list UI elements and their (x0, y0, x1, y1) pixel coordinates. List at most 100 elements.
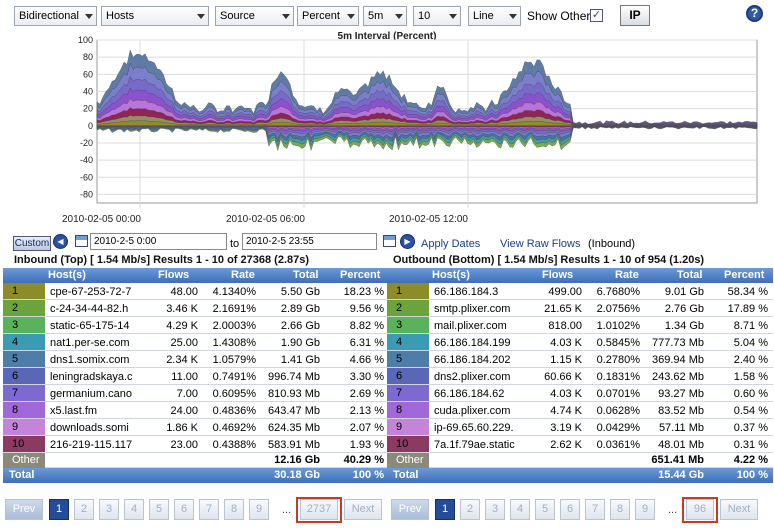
column-header[interactable]: Percent (724, 269, 764, 281)
page-button[interactable]: 7 (199, 499, 219, 520)
table-row[interactable]: 3 static-65-175-14 4.29 K 2.0003% 2.66 Gb 8.8… (3, 317, 389, 334)
table-row[interactable]: 1 cpe-67-253-72-7 48.00 4.1340% 5.50 Gb 18.23… (3, 283, 389, 300)
table-row[interactable]: 8 x5.last.fm 24.00 0.4836% 643.47 Mb 2.13 % (3, 402, 389, 419)
host-link[interactable]: x5.last.fm (50, 405, 132, 417)
start-date-input[interactable]: 2010-2-5 0:00 (90, 233, 227, 250)
page-button[interactable]: 4 (124, 499, 144, 520)
rate-cell: 0.0701% (596, 388, 640, 400)
table-row[interactable]: 6 dns2.plixer.com 60.66 K 0.1831% 243.62 Mb 1… (387, 368, 773, 385)
total-cell: 2.76 Gb (664, 303, 704, 315)
metric-select[interactable]: Hosts (101, 6, 209, 26)
page-button[interactable]: 5 (535, 499, 555, 520)
next-page-button[interactable]: Next (344, 499, 382, 520)
prev-period-icon[interactable]: ◀ (53, 234, 68, 249)
direction-select[interactable]: Bidirectional (14, 6, 97, 26)
page-button[interactable]: 6 (174, 499, 194, 520)
table-row[interactable]: 5 66.186.184.202 1.15 K 0.2780% 369.94 Mb 2.4… (387, 351, 773, 368)
rate-cell: 0.4388% (212, 439, 256, 451)
source-select[interactable]: Source (215, 6, 294, 26)
prev-page-button[interactable]: Prev (391, 499, 429, 520)
table-row[interactable]: 3 mail.plixer.com 818.00 1.0102% 1.34 Gb 8.71… (387, 317, 773, 334)
calendar-icon[interactable] (75, 235, 88, 247)
count-select[interactable]: 10 (413, 6, 461, 26)
next-period-icon[interactable]: ▶ (400, 234, 415, 249)
table-row[interactable]: 7 germanium.cano 7.00 0.6095% 810.93 Mb 2.69 … (3, 385, 389, 402)
page-button[interactable]: 9 (249, 499, 269, 520)
column-header[interactable]: Host(s) (48, 269, 86, 281)
next-page-button[interactable]: Next (720, 499, 758, 520)
host-link[interactable]: leningradskaya.c (50, 371, 132, 383)
host-link[interactable]: ip-69.65.60.229. (434, 422, 516, 434)
host-link[interactable]: static-65-175-14 (50, 320, 132, 332)
host-link[interactable]: mail.plixer.com (434, 320, 516, 332)
ip-button[interactable]: IP (620, 5, 650, 26)
host-link[interactable]: 7a.1f.79ae.static (434, 439, 516, 451)
column-header[interactable]: Host(s) (432, 269, 470, 281)
prev-page-button[interactable]: Prev (5, 499, 43, 520)
table-row[interactable]: 9 ip-69.65.60.229. 3.19 K 0.0429% 57.11 Mb 0.… (387, 419, 773, 436)
table-row[interactable]: 8 cuda.plixer.com 4.74 K 0.0628% 83.52 Mb 0.5… (387, 402, 773, 419)
page-button[interactable]: 2 (74, 499, 94, 520)
host-link[interactable]: smtp.plixer.com (434, 303, 516, 315)
interval-select[interactable]: 5m (363, 6, 407, 26)
page-button[interactable]: 1 (435, 499, 455, 520)
table-row[interactable]: 4 nat1.per-se.com 25.00 1.4308% 1.90 Gb 6.31 … (3, 334, 389, 351)
chart-style-select[interactable]: Line (468, 6, 521, 26)
page-button[interactable]: 4 (510, 499, 530, 520)
table-row[interactable]: 5 dns1.somix.com 2.34 K 1.0579% 1.41 Gb 4.66 … (3, 351, 389, 368)
host-link[interactable]: 66.186.184.202 (434, 354, 516, 366)
flows-cell: 3.46 K (166, 303, 198, 315)
host-link[interactable]: 66.186.184.3 (434, 286, 516, 298)
page-button[interactable]: 7 (585, 499, 605, 520)
page-button[interactable]: 8 (610, 499, 630, 520)
apply-dates-link[interactable]: Apply Dates (421, 238, 480, 250)
page-button[interactable]: 3 (99, 499, 119, 520)
host-link[interactable]: 66.186.184.199 (434, 337, 516, 349)
help-icon[interactable]: ? (746, 5, 763, 22)
table-row[interactable]: 6 leningradskaya.c 11.00 0.7491% 996.74 Mb 3.… (3, 368, 389, 385)
calendar-icon[interactable] (383, 235, 396, 247)
page-button[interactable]: 9 (635, 499, 655, 520)
column-header[interactable]: Total (293, 269, 318, 281)
host-link[interactable]: downloads.somi (50, 422, 132, 434)
column-header[interactable]: Flows (542, 269, 573, 281)
page-button[interactable]: 2 (460, 499, 480, 520)
table-row[interactable]: 2 c-24-34-44-82.h 3.46 K 2.1691% 2.89 Gb 9.56… (3, 300, 389, 317)
column-header[interactable]: Flows (158, 269, 189, 281)
column-header[interactable]: Percent (340, 269, 380, 281)
column-header[interactable]: Rate (615, 269, 639, 281)
host-link[interactable]: nat1.per-se.com (50, 337, 132, 349)
show-other-checkbox[interactable]: ✓ (590, 9, 603, 22)
end-date-input[interactable]: 2010-2-5 23:55 (242, 233, 377, 250)
host-link[interactable]: cuda.plixer.com (434, 405, 516, 417)
table-row[interactable]: 7 66.186.184.62 4.03 K 0.0701% 93.27 Mb 0.60 … (387, 385, 773, 402)
page-button[interactable]: 8 (224, 499, 244, 520)
table-row[interactable]: 9 downloads.somi 1.86 K 0.4692% 624.35 Mb 2.0… (3, 419, 389, 436)
y-tick-label: 40 (83, 86, 93, 96)
percent-cell: 2.07 % (349, 422, 384, 434)
percent-cell: 8.82 % (349, 320, 384, 332)
host-link[interactable]: c-24-34-44-82.h (50, 303, 132, 315)
host-link[interactable]: 66.186.184.62 (434, 388, 516, 400)
column-header[interactable]: Total (677, 269, 702, 281)
table-row[interactable]: 10 216-219-115.117 23.00 0.4388% 583.91 Mb 1.… (3, 436, 389, 453)
page-button[interactable]: 3 (485, 499, 505, 520)
page-button[interactable]: 1 (49, 499, 69, 520)
series-swatch: 4 (3, 334, 45, 350)
page-button[interactable]: 5 (149, 499, 169, 520)
host-link[interactable]: germanium.cano (50, 388, 132, 400)
host-link[interactable]: dns2.plixer.com (434, 371, 516, 383)
flows-cell: 11.00 (171, 371, 198, 383)
unit-select[interactable]: Percent (297, 6, 359, 26)
page-button[interactable]: 6 (560, 499, 580, 520)
view-raw-flows-link[interactable]: View Raw Flows (500, 238, 581, 250)
table-row[interactable]: 4 66.186.184.199 4.03 K 0.5845% 777.73 Mb 5.0… (387, 334, 773, 351)
table-row[interactable]: 10 7a.1f.79ae.static 2.62 K 0.0361% 48.01 Mb… (387, 436, 773, 453)
custom-range-button[interactable]: Custom (13, 236, 51, 251)
host-link[interactable]: 216-219-115.117 (50, 439, 132, 451)
table-row[interactable]: 2 smtp.plixer.com 21.65 K 2.0756% 2.76 Gb 17.… (387, 300, 773, 317)
column-header[interactable]: Rate (231, 269, 255, 281)
table-row[interactable]: 1 66.186.184.3 499.00 6.7680% 9.01 Gb 58.34 % (387, 283, 773, 300)
host-link[interactable]: cpe-67-253-72-7 (50, 286, 132, 298)
host-link[interactable]: dns1.somix.com (50, 354, 132, 366)
